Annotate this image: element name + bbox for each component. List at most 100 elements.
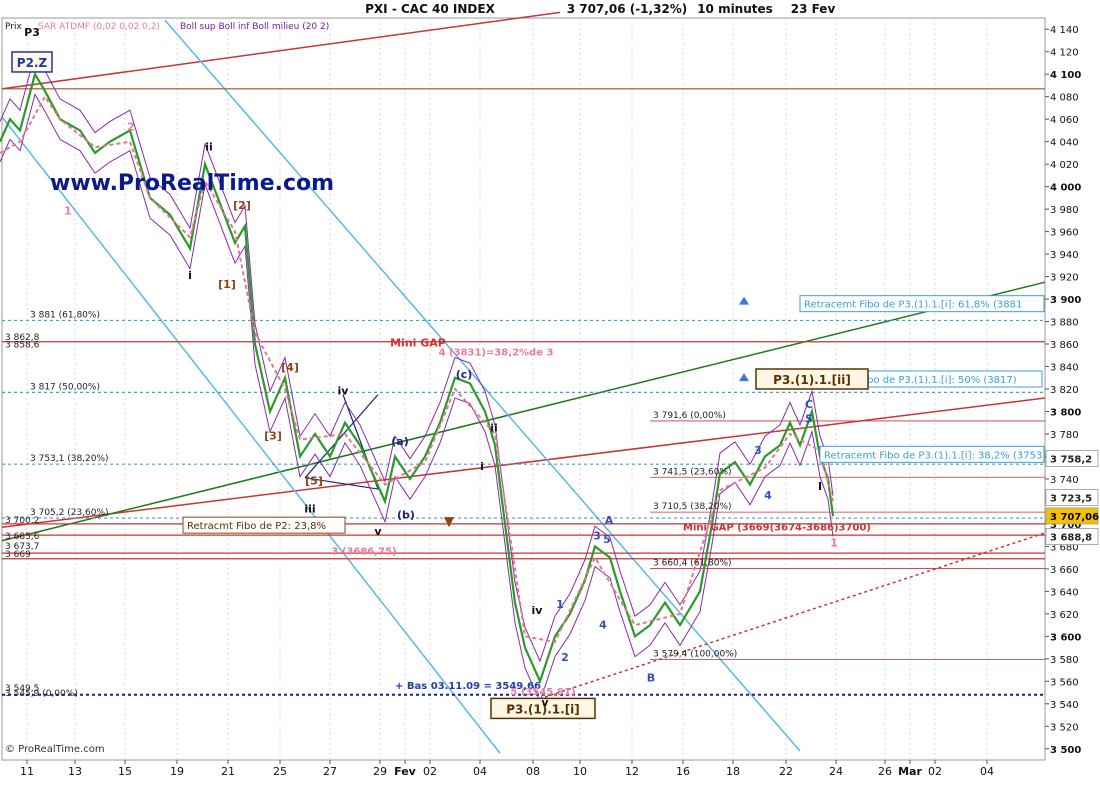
y-tick-label: 3 960 xyxy=(1050,228,1079,239)
wave-label: 1 xyxy=(556,598,564,611)
y-tick-label: 4 040 xyxy=(1050,138,1079,149)
wave-label: [3] xyxy=(264,430,282,443)
y-tick-label: 3 620 xyxy=(1050,610,1079,621)
x-tick-label: 24 xyxy=(829,765,843,778)
y-tick-label: 3 500 xyxy=(1050,745,1081,756)
price-tag-label: 3 688,8 xyxy=(1050,533,1092,544)
right-fibo-label: 3 660,4 (61,80%) xyxy=(653,558,732,568)
x-tick-label: 08 xyxy=(526,765,540,778)
left-level-label: 3 858,6 xyxy=(5,341,40,351)
wave-label: Mini GAP xyxy=(390,336,446,349)
price-tag-label: 3 758,2 xyxy=(1050,454,1092,465)
price-label: Prix xyxy=(5,22,22,32)
fibo-label: 3 817 (50,00%) xyxy=(30,382,100,392)
right-fibo-label: 3 579,4 (100,00%) xyxy=(653,649,737,659)
fibo-label: 3 881 (61,80%) xyxy=(30,310,100,320)
wave-label: B xyxy=(647,671,655,684)
plot-area xyxy=(1,17,1046,761)
x-tick-label: 16 xyxy=(676,765,690,778)
info-box-text: Retracemt Fibo de P3.(1).1.[i]: 38,2% (3… xyxy=(824,450,1042,461)
sar-legend: SAR ATDMF (0,02 0,02 0,2) xyxy=(38,22,160,32)
chart-date: 23 Fev xyxy=(791,2,836,16)
x-tick-label: 26 xyxy=(878,765,892,778)
y-tick-label: 3 560 xyxy=(1050,677,1079,688)
left-level-label: 3 685,6 xyxy=(5,532,40,542)
y-tick-label: 3 520 xyxy=(1050,722,1079,733)
price-tag-label: 3 707,06 xyxy=(1050,512,1099,523)
wave-label: [4] xyxy=(281,361,299,374)
wave-label: iv xyxy=(338,385,350,398)
boll-legend: Boll sup Boll inf Boll milieu (20 2) xyxy=(180,22,329,32)
wave-label: iii xyxy=(304,503,315,516)
y-tick-label: 3 860 xyxy=(1050,340,1079,351)
wave-label: 3 (3686,75) xyxy=(331,546,396,557)
x-tick-label: 04 xyxy=(473,765,487,778)
y-tick-label: 3 900 xyxy=(1050,295,1081,306)
y-tick-label: 4 100 xyxy=(1050,70,1081,81)
wave-label: 3 xyxy=(593,530,601,543)
fibo-label: 3 753,1 (38,20%) xyxy=(30,454,109,464)
wave-label: [1] xyxy=(218,278,236,291)
wave-label: i xyxy=(480,460,484,473)
y-tick-label: 3 800 xyxy=(1050,407,1081,418)
wave-label: (c) xyxy=(456,368,473,381)
wave-label: iv xyxy=(532,604,544,617)
chart-timeframe: 10 minutes xyxy=(697,2,773,16)
chart-last-price: 3 707,06 (-1,32%) xyxy=(567,2,688,16)
y-tick-label: 3 540 xyxy=(1050,700,1079,711)
y-tick-label: 4 000 xyxy=(1050,183,1081,194)
wave-label: Mini GAP (3669(3674-3686)3700) xyxy=(683,523,871,534)
y-tick-label: 3 840 xyxy=(1050,363,1079,374)
chart-window: 3 881 (61,80%) 3 817 (50,00%) 3 753,1 (38,… xyxy=(0,0,1100,800)
wave-label: v xyxy=(541,696,549,709)
y-tick-label: 3 580 xyxy=(1050,655,1079,666)
y-tick-label: 4 020 xyxy=(1050,160,1079,171)
x-tick-label: 11 xyxy=(20,765,34,778)
wave-label: I xyxy=(818,480,822,493)
x-tick-label: 02 xyxy=(423,765,437,778)
x-tick-label: 18 xyxy=(726,765,740,778)
y-tick-label: 3 920 xyxy=(1050,273,1079,284)
x-tick-label: 25 xyxy=(273,765,287,778)
wave-label: 4 xyxy=(764,489,772,502)
wave-label: i xyxy=(188,269,192,282)
x-tick-label: 29 xyxy=(373,765,387,778)
wave-label: ii xyxy=(490,422,498,435)
wave-label: 4 (3831)=38,2%de 3 xyxy=(439,347,554,358)
left-level-label: 3 545,9 (0,00%) xyxy=(5,689,78,699)
chart-title: PXI - CAC 40 INDEX xyxy=(365,2,495,16)
x-tick-label: 04 xyxy=(980,765,994,778)
x-tick-label: 15 xyxy=(118,765,132,778)
wave-label: (b) xyxy=(397,508,415,521)
price-chart[interactable]: 3 881 (61,80%) 3 817 (50,00%) 3 753,1 (38,… xyxy=(0,0,1100,800)
x-tick-label: Mar xyxy=(898,765,922,778)
wave-label: A xyxy=(605,514,614,527)
y-tick-label: 3 940 xyxy=(1050,250,1079,261)
y-tick-label: 3 820 xyxy=(1050,385,1079,396)
x-tick-label: 02 xyxy=(928,765,942,778)
x-tick-label: 22 xyxy=(779,765,793,778)
info-box-text: Retracmt Fibo de P2: 23,8% xyxy=(187,521,326,532)
wave-label: 4 xyxy=(599,618,607,631)
x-tick-label: 19 xyxy=(170,765,184,778)
left-level-label: 3 669 xyxy=(5,550,31,560)
right-fibo-label: 3 791,6 (0,00%) xyxy=(653,411,726,421)
right-fibo-label: 3 741,5 (23,60%) xyxy=(653,467,732,477)
wave-box-label: P3.(1).1.[ii] xyxy=(773,373,851,387)
wave-label: 1 xyxy=(64,205,72,218)
y-tick-label: 3 600 xyxy=(1050,632,1081,643)
x-tick-label: 12 xyxy=(625,765,639,778)
y-tick-label: 4 080 xyxy=(1050,93,1079,104)
y-tick-label: 4 120 xyxy=(1050,48,1079,59)
y-tick-label: 3 660 xyxy=(1050,565,1079,576)
y-tick-label: 3 780 xyxy=(1050,430,1079,441)
wave-label: 5 xyxy=(805,413,813,426)
wave-label: [2] xyxy=(233,199,251,212)
y-tick-label: 3 980 xyxy=(1050,205,1079,216)
wave-box-label: P2.Z xyxy=(17,56,48,70)
wave-label: 2 xyxy=(561,651,569,664)
x-tick-label: 10 xyxy=(573,765,587,778)
wave-label: (a) xyxy=(391,435,408,448)
right-fibo-label: 3 710,5 (38,20%) xyxy=(653,502,732,512)
y-tick-label: 4 060 xyxy=(1050,115,1079,126)
